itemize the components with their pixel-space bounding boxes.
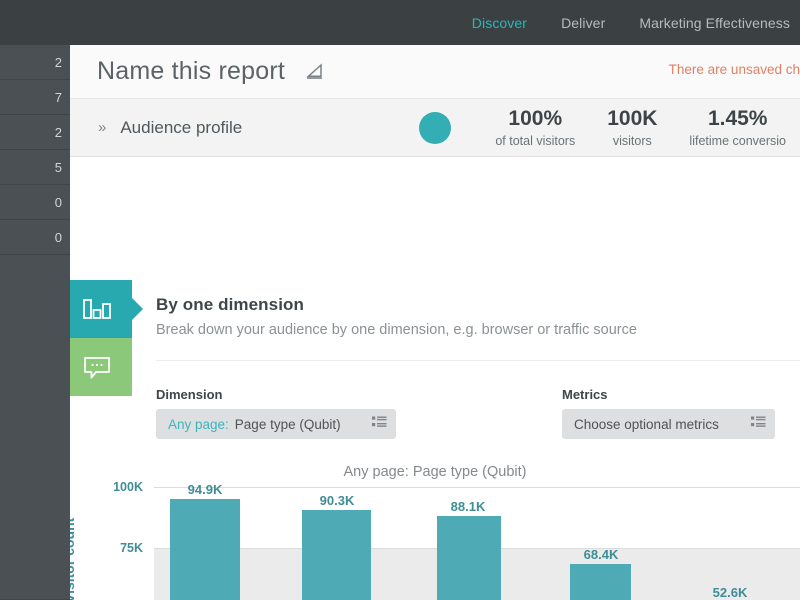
left-panel-value: 2 [54,124,62,140]
dimension-value: Page type (Qubit) [234,416,341,432]
list-item[interactable]: 0 [0,185,75,220]
dimension-selector-group: Dimension Any page: Page type (Qubit) [156,387,396,439]
metrics-placeholder: Choose optional metrics [574,416,719,432]
stat-value: 1.45% [707,107,768,131]
list-item[interactable]: 5 [0,150,75,185]
stat-value: 100% [508,107,563,131]
page-title[interactable]: Name this report [97,57,285,86]
nav-item-marketing-effectiveness[interactable]: Marketing Effectiveness [639,15,790,31]
metrics-label: Metrics [562,387,608,402]
stat-lifetime-conversion: 1.45% lifetime conversio [673,107,800,148]
chart-bar-label: 88.1K [450,499,486,514]
top-navigation-bar: Discover Deliver Marketing Effectiveness [0,0,800,45]
list-item[interactable]: 0 [0,220,75,255]
report-header: Name this report There are unsaved ch [70,45,800,99]
dimension-select[interactable]: Any page: Page type (Qubit) [156,409,396,439]
top-nav-items: Discover Deliver Marketing Effectiveness [472,15,800,31]
audience-profile-label: Audience profile [120,117,243,137]
bar-chart-icon [82,296,112,322]
metrics-select[interactable]: Choose optional metrics [562,409,775,439]
metrics-selector-group: Metrics Choose optional metrics [562,387,775,439]
stat-caption: of total visitors [495,133,576,148]
left-panel-value: 7 [54,89,62,105]
chart-bar-label: 68.4K [583,547,619,562]
tab-commentary[interactable] [70,338,132,396]
list-item[interactable]: 2 [0,115,75,150]
chart-bar[interactable] [570,564,631,600]
dimension-prefix: Any page: [168,416,229,432]
chevron-double-right-icon[interactable]: » [98,119,106,136]
app-root: Discover Deliver Marketing Effectiveness… [0,0,800,600]
pencil-icon[interactable] [305,62,325,82]
card-tab-rail [70,280,143,396]
chart-bar-label: 94.9K [187,482,223,497]
main-page: Name this report There are unsaved ch » … [70,45,800,600]
chart-bar-label: 90.3K [319,493,355,508]
dimension-card: By one dimension Break down your audienc… [70,157,800,600]
divider [156,360,800,361]
list-icon[interactable] [372,415,387,433]
unsaved-changes-notice: There are unsaved ch [668,62,800,77]
dimension-label: Dimension [156,387,223,402]
chart-y-axis-label: Visitor count [70,517,77,600]
chart-gridline [154,487,800,488]
stat-caption: visitors [612,133,652,148]
chart-y-tick: 75K [120,541,143,555]
chart-bar[interactable] [302,510,371,600]
card-subtitle: Break down your audience by one dimensio… [156,322,637,338]
chart-title: Any page: Page type (Qubit) [343,464,527,480]
left-panel-value: 0 [54,229,62,245]
nav-item-deliver[interactable]: Deliver [561,15,605,31]
selector-row: Dimension Any page: Page type (Qubit) Me… [156,387,775,439]
audience-color-dot [419,112,452,144]
left-panel-value: 2 [54,54,62,70]
left-panel-value: 5 [54,159,62,175]
nav-item-discover[interactable]: Discover [472,15,527,31]
stat-visitors: 100K visitors [591,107,673,148]
list-item[interactable]: 2 [0,45,75,80]
tab-by-one-dimension[interactable] [70,280,143,338]
chart-plot-area: Visitor count 100K 75K 50K 25K [70,480,800,600]
stat-value: 100K [607,107,658,131]
left-panel-value: 0 [54,194,62,210]
speech-bubble-icon [82,354,112,380]
stat-total-visitors-pct: 100% of total visitors [479,107,591,148]
card-header: By one dimension Break down your audienc… [156,295,776,338]
stat-caption: lifetime conversio [689,133,786,148]
chart-bar[interactable] [170,499,240,600]
left-panel-filler [0,255,75,600]
list-item[interactable]: 7 [0,80,75,115]
list-icon[interactable] [751,415,766,433]
chart-bar-label: 52.6K [712,585,748,600]
card-title: By one dimension [156,295,305,314]
chart-y-tick: 100K [113,480,143,494]
chart-bar[interactable] [437,516,501,600]
chart-container: Any page: Page type (Qubit) Visitor coun… [70,457,800,600]
audience-profile-bar[interactable]: » Audience profile 100% of total visitor… [70,99,800,157]
audience-profile-stats: 100% of total visitors 100K visitors 1.4… [419,99,800,157]
left-side-panel: 2 7 2 5 0 0 [0,45,75,600]
